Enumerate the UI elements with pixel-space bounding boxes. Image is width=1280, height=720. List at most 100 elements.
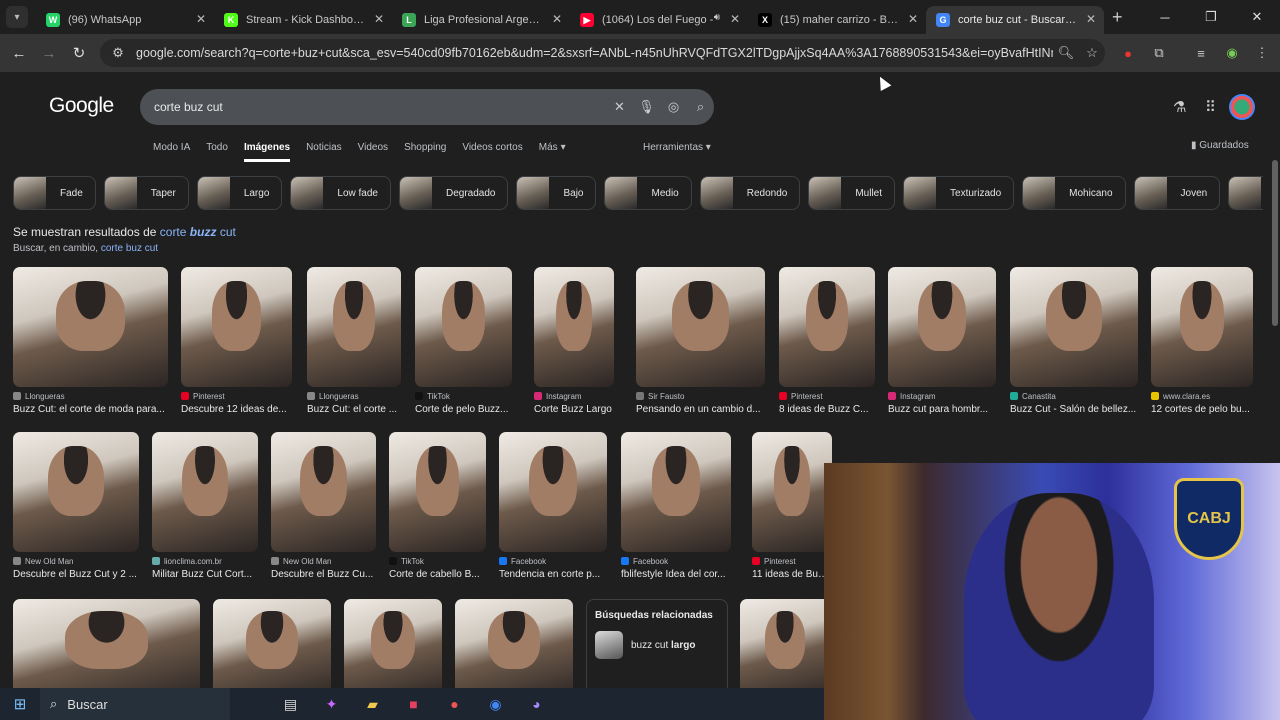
result-thumbnail[interactable] <box>636 267 765 387</box>
tab-close-icon[interactable]: ✕ <box>908 12 918 26</box>
image-result[interactable]: TikTok Corte de cabello B... <box>389 432 486 580</box>
search-tab[interactable]: Imágenes <box>243 142 291 162</box>
page-scrollbar[interactable] <box>1272 160 1278 326</box>
result-thumbnail[interactable] <box>307 267 401 387</box>
result-thumbnail[interactable] <box>1010 267 1138 387</box>
image-result[interactable]: Llongueras Buzz Cut: el corte de moda par… <box>13 267 168 415</box>
tab-search-icon[interactable]: ▾ <box>6 6 28 28</box>
copilot-icon[interactable]: ✦ <box>311 696 352 713</box>
result-caption[interactable]: Corte Buzz Largo <box>534 404 614 415</box>
tab-close-icon[interactable]: ✕ <box>1086 12 1096 26</box>
windows-start-icon[interactable]: ⊞ <box>0 695 40 713</box>
result-thumbnail[interactable] <box>271 432 376 552</box>
taskbar-search[interactable]: ⌕ Buscar <box>40 688 230 720</box>
lens-icon[interactable]: ◎ <box>660 99 687 115</box>
image-result[interactable]: TikTok Corte de pelo Buzz... <box>415 267 512 415</box>
result-thumbnail[interactable] <box>621 432 731 552</box>
reload-icon[interactable]: ↻ <box>64 44 94 62</box>
search-tab[interactable]: Todo <box>206 142 228 162</box>
browser-tab[interactable]: L Liga Profesional Argentina ✕ <box>392 6 570 34</box>
image-result[interactable]: www.clara.es 12 cortes de pelo bu... <box>1151 267 1253 415</box>
result-thumbnail[interactable] <box>152 432 258 552</box>
clear-icon[interactable]: ✕ <box>606 99 633 115</box>
image-result[interactable]: Facebook Tendencia en corte p... <box>499 432 607 580</box>
bookmark-star-icon[interactable]: ☆ <box>1079 45 1105 61</box>
search-tab[interactable]: Modo IA <box>153 142 190 162</box>
app-icon[interactable]: ■ <box>393 696 434 712</box>
task-view-icon[interactable]: ▤ <box>270 696 311 713</box>
site-info-icon[interactable]: ⚙ <box>110 45 126 61</box>
refinement-chip[interactable]: Bajo <box>516 176 597 210</box>
new-tab-icon[interactable]: + <box>1112 7 1123 28</box>
tab-close-icon[interactable]: ✕ <box>196 12 206 26</box>
refinement-chip[interactable]: Taper <box>103 176 189 210</box>
image-result[interactable]: Canastita Buzz Cut - Salón de bellez... <box>1010 267 1138 415</box>
result-thumbnail[interactable] <box>415 267 512 387</box>
refinement-chip[interactable]: Pelo <box>1228 176 1263 210</box>
result-thumbnail[interactable] <box>1151 267 1253 387</box>
browser-tab[interactable]: ▶ (1064) Los del Fuego - 🔊︎ ✕ <box>570 6 748 34</box>
result-caption[interactable]: 11 ideas de Buzz c... <box>752 569 832 580</box>
image-result[interactable]: New Old Man Descubre el Buzz Cu... <box>271 432 376 580</box>
result-thumbnail[interactable] <box>779 267 875 387</box>
extension-icon[interactable]: ● <box>1118 43 1138 63</box>
refinement-chip[interactable]: Mullet <box>808 176 896 210</box>
result-caption[interactable]: Buzz cut para hombr... <box>888 404 996 415</box>
image-result[interactable] <box>213 599 331 688</box>
voice-search-icon[interactable]: 🎙︎ <box>633 99 660 115</box>
result-caption[interactable]: Buzz Cut - Salón de bellez... <box>1010 404 1138 415</box>
image-result[interactable] <box>740 599 830 688</box>
result-caption[interactable]: Buzz Cut: el corte ... <box>307 404 401 415</box>
image-result[interactable] <box>344 599 442 688</box>
close-window-icon[interactable]: ✕ <box>1234 0 1280 34</box>
discord-icon[interactable]: ◕ <box>516 696 557 712</box>
audio-icon[interactable]: 🔊︎ <box>714 12 720 23</box>
result-caption[interactable]: Descubre 12 ideas de... <box>181 404 292 415</box>
result-thumbnail[interactable] <box>752 432 832 552</box>
result-caption[interactable]: Descubre el Buzz Cu... <box>271 569 376 580</box>
app-icon-2[interactable]: ● <box>434 696 475 712</box>
browser-tab[interactable]: K Stream - Kick Dashboard ✕ <box>214 6 392 34</box>
result-caption[interactable]: Pensando en un cambio d... <box>636 404 765 415</box>
media-control-icon[interactable]: ≡ <box>1191 43 1211 63</box>
search-tab[interactable]: Videos <box>358 142 388 162</box>
result-caption[interactable]: Corte de pelo Buzz... <box>415 404 512 415</box>
search-query[interactable]: corte buz cut <box>154 100 606 114</box>
tab-close-icon[interactable]: ✕ <box>552 12 562 26</box>
corrected-query-link[interactable]: corte buzz cut <box>160 225 236 239</box>
extensions-puzzle-icon[interactable]: ⧉ <box>1149 43 1169 63</box>
image-result[interactable]: New Old Man Descubre el Buzz Cut y 2 ... <box>13 432 139 580</box>
image-result[interactable]: Llongueras Buzz Cut: el corte ... <box>307 267 401 415</box>
tab-close-icon[interactable]: ✕ <box>374 12 384 26</box>
result-thumbnail[interactable] <box>389 432 486 552</box>
refinement-chip[interactable]: Largo <box>196 176 283 210</box>
maximize-icon[interactable]: ❐ <box>1188 0 1234 34</box>
forward-icon[interactable]: → <box>34 45 64 62</box>
result-thumbnail[interactable] <box>13 267 168 387</box>
profile-icon[interactable]: ◉ <box>1222 43 1242 63</box>
account-avatar[interactable] <box>1229 94 1255 120</box>
refinement-chip[interactable]: Mohicano <box>1022 176 1126 210</box>
result-caption[interactable]: Tendencia en corte p... <box>499 569 607 580</box>
image-result[interactable]: Pinterest 8 ideas de Buzz C... <box>779 267 875 415</box>
image-result[interactable]: Pinterest 11 ideas de Buzz c... <box>752 432 832 580</box>
file-explorer-icon[interactable]: ▰ <box>352 696 393 713</box>
minimize-icon[interactable]: ─ <box>1142 0 1188 34</box>
result-caption[interactable]: Descubre el Buzz Cut y 2 ... <box>13 569 139 580</box>
tab-close-icon[interactable]: ✕ <box>730 12 740 26</box>
saved-button[interactable]: ▮ Guardados <box>1191 140 1249 151</box>
image-result[interactable]: Instagram Buzz cut para hombr... <box>888 267 996 415</box>
result-caption[interactable]: fblifestyle Idea del cor... <box>621 569 731 580</box>
result-caption[interactable]: Militar Buzz Cut Cort... <box>152 569 258 580</box>
chrome-icon[interactable]: ◉ <box>475 696 516 713</box>
tools-menu[interactable]: Herramientas ▾ <box>643 142 711 153</box>
zoom-search-icon[interactable]: 🔍︎ <box>1053 45 1079 61</box>
refinement-chip[interactable]: Redondo <box>699 176 801 210</box>
result-caption[interactable]: 12 cortes de pelo bu... <box>1151 404 1253 415</box>
result-thumbnail[interactable] <box>534 267 614 387</box>
related-search-item[interactable]: buzz cut largo <box>595 631 719 659</box>
result-caption[interactable]: 8 ideas de Buzz C... <box>779 404 875 415</box>
google-logo[interactable]: Google <box>49 94 114 118</box>
refinement-chip[interactable]: Low fade <box>290 176 391 210</box>
search-icon[interactable]: ⌕ <box>687 99 714 115</box>
